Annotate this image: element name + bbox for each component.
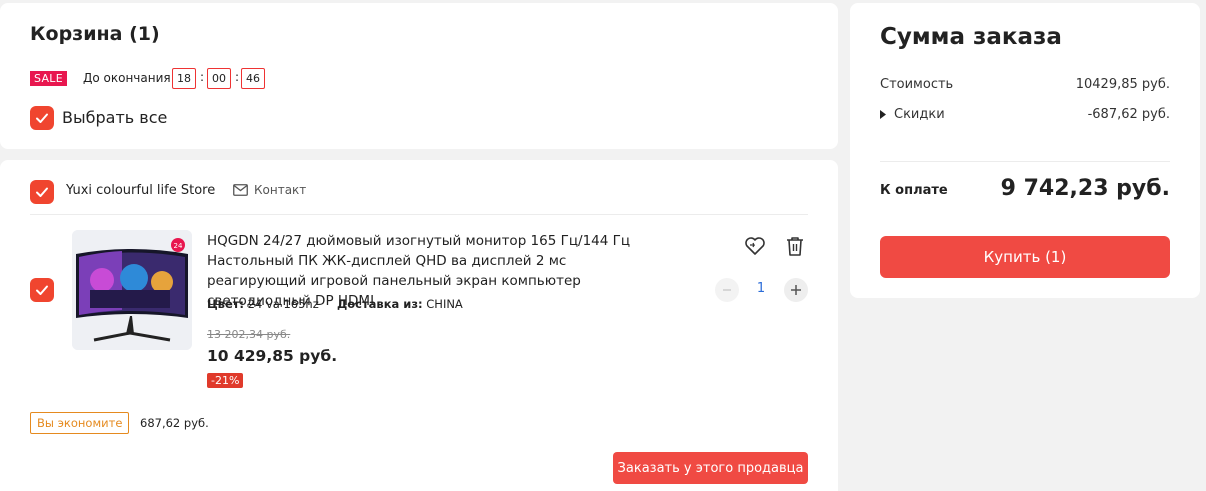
caret-right-icon [880,110,886,119]
cost-value: 10429,85 руб. [1075,77,1170,92]
old-price: 13 202,34 руб. [207,328,291,341]
sale-badge: SALE [30,71,67,86]
savings-amount: 687,62 руб. [140,416,209,430]
timer-seconds: 46 [241,68,265,89]
product-image[interactable]: 24 [72,230,192,350]
discounts-label: Скидки [894,107,945,122]
store-checkbox[interactable] [30,180,54,204]
contact-link[interactable]: Контакт [233,183,306,197]
cart-title: Корзина (1) [30,23,160,45]
summary-title: Сумма заказа [880,24,1062,50]
monitor-image: 24 [72,230,192,350]
color-label: Цвет: [207,297,245,311]
buy-button[interactable]: Купить (1) [880,236,1170,278]
timer-hours: 18 [172,68,196,89]
quantity-value[interactable]: 1 [751,281,771,296]
order-from-seller-button[interactable]: Заказать у этого продавца [613,452,808,484]
cost-label: Стоимость [880,77,954,92]
check-icon [36,113,48,123]
plus-icon [791,285,801,295]
check-icon [36,187,48,197]
timer-minutes: 00 [207,68,231,89]
timer-separator: : [235,70,240,84]
wishlist-button[interactable] [744,236,766,260]
quantity-increase-button[interactable] [784,278,808,302]
mail-icon [233,184,248,196]
contact-label: Контакт [254,183,307,197]
delete-button[interactable] [786,236,804,260]
quantity-decrease-button[interactable] [715,278,739,302]
heart-icon [745,237,765,255]
minus-icon [723,289,731,291]
pay-total: 9 742,23 руб. [1000,176,1170,201]
discounts-toggle[interactable]: Скидки [880,107,945,122]
store-name[interactable]: Yuxi colourful life Store [66,183,215,198]
current-price: 10 429,85 руб. [207,347,338,365]
divider [30,214,808,215]
product-attributes: Цвет: 24 va 165hz Доставка из: CHINA [207,297,463,311]
savings-badge: Вы экономите [30,412,130,434]
product-checkbox[interactable] [30,278,54,302]
color-value: 24 va 165hz [247,297,319,311]
timer-separator: : [200,70,205,84]
select-all-checkbox[interactable] [30,106,54,130]
image-badge: 24 [174,242,183,250]
select-all-label[interactable]: Выбрать все [62,108,167,127]
shipping-value: CHINA [426,297,463,311]
trash-icon [787,237,803,256]
timer-label: До окончания: [83,71,175,85]
discount-badge: -21% [207,373,244,388]
check-icon [36,285,48,295]
divider [880,161,1170,162]
discounts-value: -687,62 руб. [1087,107,1170,122]
pay-label: К оплате [880,183,948,198]
shipping-label: Доставка из: [337,297,423,311]
